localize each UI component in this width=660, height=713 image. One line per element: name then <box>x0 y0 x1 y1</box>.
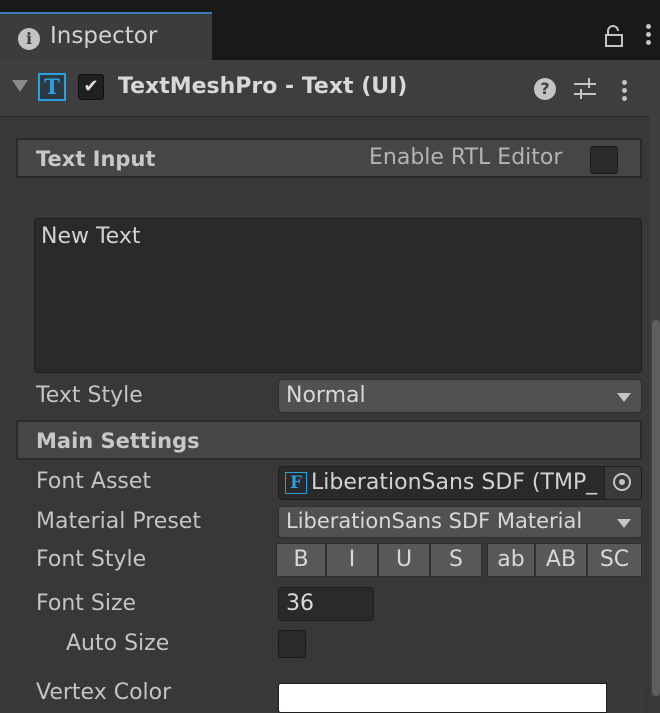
material-preset-label: Material Preset <box>36 509 201 534</box>
font-style-lowercase-button[interactable]: ab <box>487 543 535 577</box>
font-style-italic-button[interactable]: I <box>326 543 378 577</box>
text-style-dropdown[interactable]: Normal <box>278 379 642 413</box>
font-style-label: Font Style <box>36 547 147 572</box>
rtl-editor-label: Enable RTL Editor <box>369 145 563 170</box>
font-asset-label: Font Asset <box>36 469 152 494</box>
text-style-value: Normal <box>286 383 366 408</box>
component-menu-icon[interactable] <box>622 80 628 104</box>
presets-icon[interactable] <box>574 78 596 100</box>
auto-size-checkbox[interactable] <box>278 630 306 658</box>
textmeshpro-icon: T <box>38 73 66 101</box>
rtl-editor-checkbox[interactable] <box>590 146 618 174</box>
component-header: T ✔ TextMeshPro - Text (UI) <box>0 60 660 117</box>
tab-label: Inspector <box>50 23 158 49</box>
font-style-bold-button[interactable]: B <box>276 543 326 577</box>
chevron-down-icon <box>617 393 631 402</box>
section-title: Text Input <box>36 147 156 171</box>
material-preset-dropdown[interactable]: LiberationSans SDF Material <box>278 506 642 538</box>
section-title: Main Settings <box>36 429 200 453</box>
font-style-smallcaps-button[interactable]: SC <box>587 543 642 577</box>
window-menu-icon[interactable] <box>646 24 652 48</box>
vertex-color-label: Vertex Color <box>36 680 172 705</box>
material-preset-value: LiberationSans SDF Material <box>286 509 583 533</box>
font-asset-value: LiberationSans SDF (TMP_ <box>311 470 598 495</box>
text-style-label: Text Style <box>36 383 143 408</box>
font-style-underline-button[interactable]: U <box>378 543 430 577</box>
component-enabled-checkbox[interactable]: ✔ <box>78 74 104 100</box>
vertex-color-field[interactable] <box>278 683 642 713</box>
auto-size-label: Auto Size <box>66 631 170 656</box>
section-main-settings: Main Settings <box>16 420 642 460</box>
component-title: TextMeshPro - Text (UI) <box>118 74 408 99</box>
eyedropper-icon[interactable] <box>606 683 643 713</box>
info-icon: i <box>18 28 40 50</box>
font-asset-icon: F <box>285 472 307 494</box>
object-picker-button[interactable] <box>604 467 641 499</box>
font-size-input[interactable]: 36 <box>278 587 374 621</box>
scrollbar-thumb[interactable] <box>652 320 660 696</box>
font-asset-field[interactable]: F LiberationSans SDF (TMP_ <box>278 466 642 500</box>
foldout-arrow-icon[interactable] <box>12 80 28 92</box>
chevron-down-icon <box>617 519 631 528</box>
help-icon[interactable]: ? <box>534 78 556 100</box>
font-style-uppercase-button[interactable]: AB <box>535 543 587 577</box>
tab-inspector[interactable]: i Inspector <box>0 12 212 60</box>
font-style-strikethrough-button[interactable]: S <box>430 543 482 577</box>
font-size-label: Font Size <box>36 591 137 616</box>
text-input-area[interactable]: New Text <box>34 218 642 373</box>
lock-icon[interactable] <box>604 24 624 48</box>
